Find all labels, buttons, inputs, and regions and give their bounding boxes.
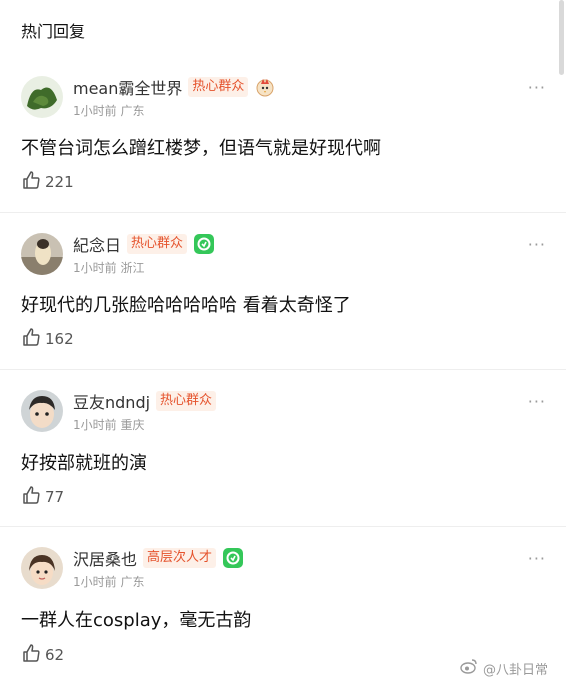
more-options-icon[interactable]: ··· (528, 78, 546, 97)
status-badge: 热心群众 (156, 391, 217, 411)
divider (0, 212, 566, 213)
like-button[interactable]: 77 (21, 485, 65, 509)
username[interactable]: mean霸全世界 (73, 75, 182, 99)
like-button[interactable]: 162 (21, 327, 74, 351)
thumbs-up-icon (21, 485, 41, 509)
divider (0, 369, 566, 370)
like-count: 62 (45, 646, 65, 664)
username[interactable]: 沢居桑也 (73, 546, 137, 570)
timestamp-location: 1小时前 重庆 (73, 418, 145, 432)
weibo-logo-icon (460, 658, 478, 678)
thumbs-up-icon (21, 327, 41, 351)
comment-text: 不管台词怎么蹭红楼梦，但语气就是好现代啊 (21, 138, 381, 159)
like-count: 221 (45, 173, 74, 191)
avatar[interactable] (21, 390, 63, 432)
more-options-icon[interactable]: ··· (528, 549, 546, 568)
green-badge-icon (193, 233, 215, 255)
watermark: @八卦日常 (460, 658, 548, 678)
comment-text: 一群人在cosplay，毫无古韵 (21, 610, 252, 631)
like-button[interactable]: 221 (21, 170, 74, 194)
more-options-icon[interactable]: ··· (528, 392, 546, 411)
thumbs-up-icon (21, 643, 41, 667)
comment-text: 好现代的几张脸哈哈哈哈哈 看着太奇怪了 (21, 295, 351, 316)
like-button[interactable]: 62 (21, 643, 65, 667)
avatar[interactable] (21, 233, 63, 275)
like-count: 162 (45, 330, 74, 348)
comment-text: 好按部就班的演 (21, 453, 147, 474)
timestamp-location: 1小时前 广东 (73, 104, 145, 118)
username[interactable]: 紀念日 (73, 232, 121, 256)
rooster-medal-icon (254, 76, 276, 98)
avatar[interactable] (21, 547, 63, 589)
timestamp-location: 1小时前 浙江 (73, 261, 145, 275)
scrollbar[interactable] (559, 0, 564, 75)
avatar[interactable] (21, 76, 63, 118)
status-badge: 高层次人才 (143, 548, 217, 568)
section-title: 热门回复 (21, 22, 86, 41)
status-badge: 热心群众 (188, 77, 249, 97)
like-count: 77 (45, 488, 65, 506)
timestamp-location: 1小时前 广东 (73, 575, 145, 589)
thumbs-up-icon (21, 170, 41, 194)
status-badge: 热心群众 (127, 234, 188, 254)
username[interactable]: 豆友ndndj (73, 389, 150, 413)
watermark-text: @八卦日常 (482, 662, 548, 678)
green-badge-icon (222, 547, 244, 569)
more-options-icon[interactable]: ··· (528, 235, 546, 254)
divider (0, 526, 566, 527)
